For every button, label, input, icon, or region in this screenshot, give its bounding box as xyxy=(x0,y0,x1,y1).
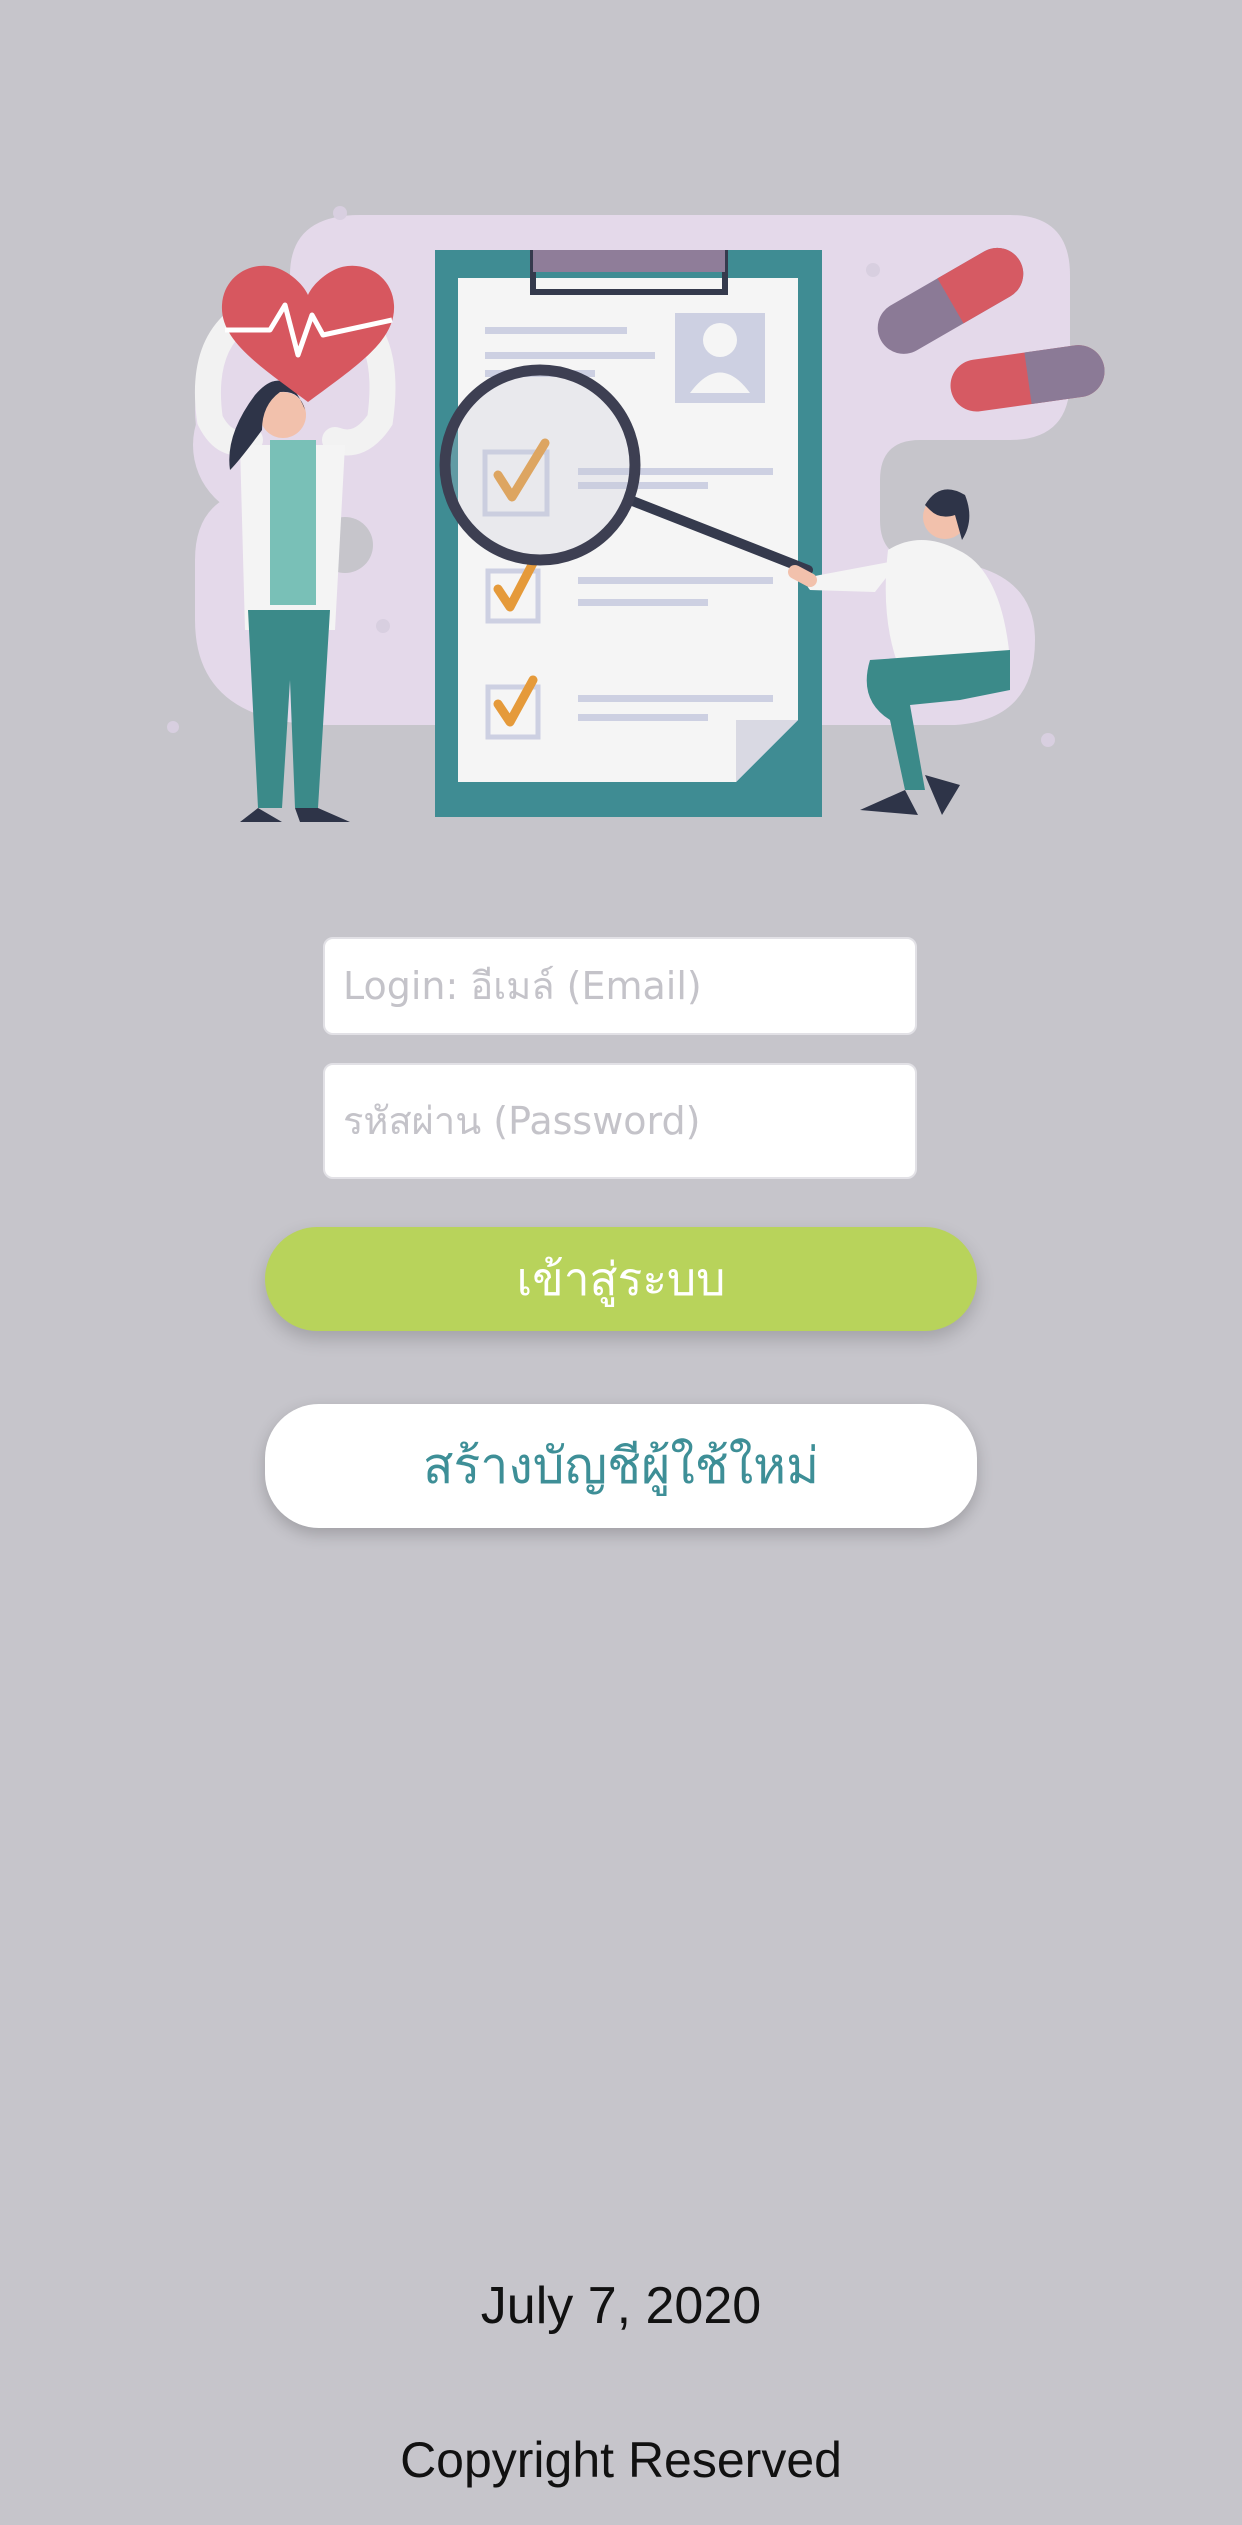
footer-copyright: Copyright Reserved xyxy=(400,2432,842,2488)
footer-date: July 7, 2020 xyxy=(480,2277,762,2335)
email-field[interactable] xyxy=(323,937,917,1035)
hero-illustration xyxy=(167,206,1105,822)
login-button[interactable]: เข้าสู่ระบบ xyxy=(265,1227,977,1331)
password-field[interactable] xyxy=(323,1063,917,1179)
login-button-label: เข้าสู่ระบบ xyxy=(516,1251,726,1306)
register-button-label: สร้างบัญชีผู้ใช้ใหม่ xyxy=(422,1436,820,1495)
register-button[interactable]: สร้างบัญชีผู้ใช้ใหม่ xyxy=(265,1404,977,1528)
